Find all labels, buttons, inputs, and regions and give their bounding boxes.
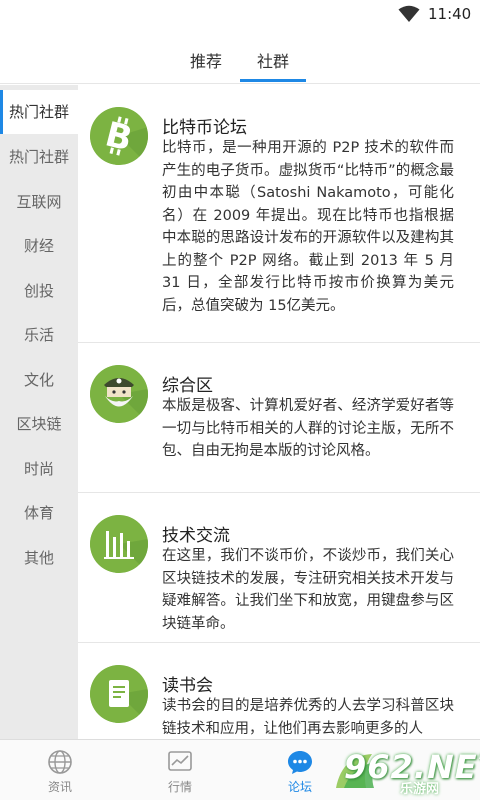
nav-label: 论坛 xyxy=(287,780,312,794)
top-tab-bar: 推荐 社群 xyxy=(0,30,480,84)
status-bar: 11:40 xyxy=(0,0,480,30)
forum-description: 本版是极客、计算机爱好者、经济学爱好者等一切与比特币相关的人群的讨论主版，无所不… xyxy=(162,398,454,459)
forum-description: 比特币，是一种用开源的 P2P 技术的软件而产生的电子货币。虚拟货币“比特币”的… xyxy=(162,140,454,314)
sidebar-item-label: 区块链 xyxy=(16,415,62,433)
sidebar-item-hot[interactable]: 热门社群 xyxy=(0,135,78,179)
forum-description: 在这里，我们不谈币价，不谈炒币，我们关心区块链技术的发展，专注研究相关技术开发与… xyxy=(162,548,454,632)
sidebar-item-lifestyle[interactable]: 乐活 xyxy=(0,313,78,357)
globe-icon xyxy=(48,750,72,774)
sidebar-item-label: 文化 xyxy=(23,371,54,389)
watermark-logo: 962.NET 乐游网 xyxy=(332,744,480,798)
forum-title: 比特币论坛 xyxy=(162,118,247,138)
nav-label: 资讯 xyxy=(47,780,72,794)
forum-description: 读书会的目的是培养优秀的人去学习科普区块链技术和应用，让他们再去影响更多的人 xyxy=(162,698,454,737)
nav-label: 行情 xyxy=(167,780,192,794)
forum-title: 技术交流 xyxy=(162,526,230,546)
sidebar-active-indicator xyxy=(0,90,3,134)
sidebar-item-label: 热门社群 xyxy=(8,103,69,121)
forum-item-book-club[interactable]: 读书会 读书会的目的是培养优秀的人去学习科普区块链技术和应用，让他们再去影响更多… xyxy=(78,643,480,739)
sidebar-item-label: 时尚 xyxy=(23,460,54,478)
sidebar-item-label: 创投 xyxy=(23,282,54,300)
status-time: 11:40 xyxy=(428,5,472,23)
sidebar-item-label: 乐活 xyxy=(23,326,54,344)
sidebar-item-fashion[interactable]: 时尚 xyxy=(0,447,78,491)
forum-title: 综合区 xyxy=(162,376,213,396)
sidebar-item-blockchain[interactable]: 区块链 xyxy=(0,402,78,446)
tab-community[interactable]: 社群 xyxy=(257,48,289,72)
sidebar-item-label: 财经 xyxy=(23,237,54,255)
sidebar-item-culture[interactable]: 文化 xyxy=(0,358,78,402)
pirate-avatar-icon xyxy=(90,365,148,423)
bar-chart-icon xyxy=(90,515,148,573)
category-sidebar: 热门社群 热门社群 互联网 财经 创投 乐活 文化 区块链 时尚 体育 其他 xyxy=(0,85,78,739)
document-icon xyxy=(90,665,148,723)
active-tab-indicator xyxy=(240,79,306,82)
forum-item-bitcoin[interactable]: B 比特币论坛 比特币，是一种用开源的 P2P 技术的软件而产生的电子货币。虚拟… xyxy=(78,85,480,343)
sidebar-item-label: 互联网 xyxy=(16,193,62,211)
bitcoin-icon: B xyxy=(90,107,148,165)
sidebar-item-sports[interactable]: 体育 xyxy=(0,491,78,535)
sidebar-item-finance[interactable]: 财经 xyxy=(0,224,78,268)
sidebar-item-label: 其他 xyxy=(23,549,54,567)
forum-title: 读书会 xyxy=(162,676,213,696)
wifi-icon xyxy=(398,5,420,22)
sidebar-item-internet[interactable]: 互联网 xyxy=(0,180,78,224)
sidebar-item-label: 热门社群 xyxy=(8,148,69,166)
forum-list: B 比特币论坛 比特币，是一种用开源的 P2P 技术的软件而产生的电子货币。虚拟… xyxy=(78,85,480,739)
sidebar-item-hot-active[interactable]: 热门社群 xyxy=(0,90,78,134)
sidebar-item-label: 体育 xyxy=(23,504,54,522)
nav-forum[interactable]: 论坛 xyxy=(260,740,340,800)
forum-item-tech[interactable]: 技术交流 在这里，我们不谈币价，不谈炒币，我们关心区块链技术的发展，专注研究相关… xyxy=(78,493,480,643)
watermark-sub: 乐游网 xyxy=(400,782,440,797)
sidebar-item-venture[interactable]: 创投 xyxy=(0,269,78,313)
chart-icon xyxy=(168,751,192,771)
forum-item-general[interactable]: 综合区 本版是极客、计算机爱好者、经济学爱好者等一切与比特币相关的人群的讨论主版… xyxy=(78,343,480,493)
chat-icon xyxy=(288,751,312,774)
sidebar-item-other[interactable]: 其他 xyxy=(0,536,78,580)
tab-recommend[interactable]: 推荐 xyxy=(190,48,222,72)
nav-news[interactable]: 资讯 xyxy=(20,740,100,800)
nav-market[interactable]: 行情 xyxy=(140,740,220,800)
